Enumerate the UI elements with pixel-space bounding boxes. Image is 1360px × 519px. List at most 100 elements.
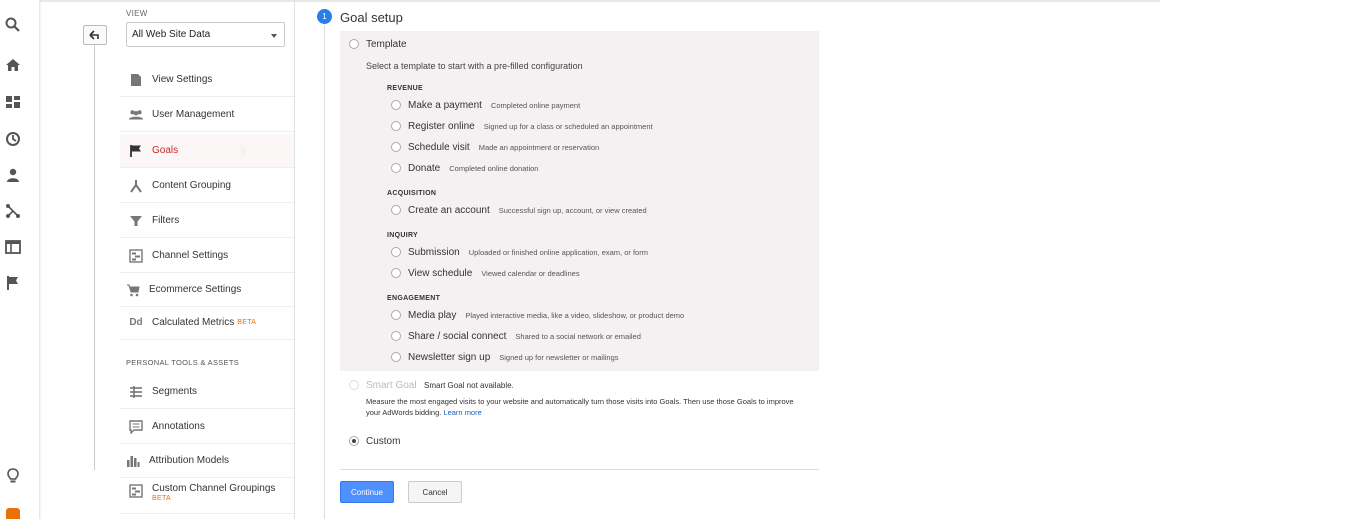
template-label: Template bbox=[366, 39, 407, 50]
chevron-down-icon bbox=[271, 34, 277, 38]
conversions-icon[interactable] bbox=[4, 274, 22, 292]
option-radio[interactable] bbox=[391, 142, 401, 152]
back-arrow-icon bbox=[89, 30, 99, 40]
option-view-schedule[interactable]: View schedule Viewed calendar or deadlin… bbox=[391, 266, 580, 280]
nav-item-view-settings[interactable]: View Settings bbox=[120, 63, 294, 97]
option-radio[interactable] bbox=[391, 331, 401, 341]
option-desc: Played interactive media, like a video, … bbox=[465, 310, 685, 320]
learn-more-link[interactable]: Learn more bbox=[443, 408, 481, 417]
realtime-icon[interactable] bbox=[4, 130, 22, 148]
nav-item-channel-settings[interactable]: Channel Settings bbox=[120, 239, 294, 273]
option-desc: Shared to a social network or emailed bbox=[515, 331, 641, 341]
option-make-a-payment[interactable]: Make a payment Completed online payment bbox=[391, 98, 580, 112]
nav-item-label: Segments bbox=[152, 386, 198, 397]
option-desc: Completed online donation bbox=[449, 163, 539, 173]
category-revenue: REVENUE bbox=[387, 85, 423, 92]
admin-view-column: VIEW All Web Site Data View Settings Use… bbox=[52, 0, 295, 519]
option-radio[interactable] bbox=[391, 268, 401, 278]
view-select[interactable]: All Web Site Data bbox=[126, 22, 285, 47]
nav-item-content-grouping[interactable]: Content Grouping bbox=[120, 169, 294, 203]
option-schedule-visit[interactable]: Schedule visit Made an appointment or re… bbox=[391, 140, 599, 154]
channel-icon bbox=[128, 483, 144, 499]
nav-item-label: User Management bbox=[152, 109, 235, 120]
channel-icon bbox=[128, 248, 144, 264]
nav-item-goals[interactable]: Goals bbox=[120, 134, 294, 168]
option-radio[interactable] bbox=[391, 205, 401, 215]
option-radio[interactable] bbox=[391, 352, 401, 362]
divider bbox=[340, 469, 819, 470]
back-button[interactable] bbox=[83, 25, 107, 45]
audience-icon[interactable] bbox=[4, 166, 22, 184]
nav-item-calculated-metrics[interactable]: Dd Calculated Metrics BETA bbox=[120, 306, 294, 340]
nav-item-user-management[interactable]: User Management bbox=[120, 98, 294, 132]
option-name: Share / social connect bbox=[408, 330, 507, 342]
option-share-social-connect[interactable]: Share / social connect Shared to a socia… bbox=[391, 329, 641, 343]
view-select-value: All Web Site Data bbox=[132, 29, 211, 40]
smart-goal-text: Measure the most engaged visits to your … bbox=[366, 397, 794, 417]
option-name: Schedule visit bbox=[408, 141, 470, 153]
search-icon[interactable] bbox=[4, 16, 22, 34]
acquisition-icon[interactable] bbox=[4, 202, 22, 220]
cart-icon bbox=[125, 282, 141, 298]
continue-button[interactable]: Continue bbox=[340, 481, 394, 503]
nav-item-label: Custom Channel Groupings bbox=[152, 483, 276, 494]
option-newsletter-sign-up[interactable]: Newsletter sign up Signed up for newslet… bbox=[391, 350, 619, 364]
nav-item-ecommerce-settings[interactable]: Ecommerce Settings bbox=[120, 273, 294, 307]
option-name: Media play bbox=[408, 309, 457, 321]
option-desc: Signed up for a class or scheduled an ap… bbox=[483, 121, 653, 131]
option-desc: Successful sign up, account, or view cre… bbox=[498, 205, 647, 215]
nav-item-label: Calculated Metrics bbox=[152, 317, 235, 328]
option-name: Create an account bbox=[408, 204, 490, 216]
beta-badge: BETA bbox=[237, 319, 257, 326]
category-engagement: ENGAGEMENT bbox=[387, 295, 441, 302]
nav-item-label: Filters bbox=[152, 215, 180, 226]
step-line bbox=[324, 25, 325, 519]
nav-item-label: Annotations bbox=[152, 421, 205, 432]
step-number: 1 bbox=[317, 9, 332, 24]
nav-item-label: Content Grouping bbox=[152, 180, 231, 191]
option-desc: Made an appointment or reservation bbox=[478, 142, 600, 152]
home-icon[interactable] bbox=[4, 56, 22, 74]
option-name: Register online bbox=[408, 120, 475, 132]
nav-item-label: Goals bbox=[152, 145, 179, 156]
behavior-icon[interactable] bbox=[4, 238, 22, 256]
lightbulb-icon[interactable] bbox=[4, 467, 22, 485]
users-icon bbox=[128, 107, 144, 123]
smart-goal-status: Smart Goal not available. bbox=[424, 381, 514, 390]
option-name: Make a payment bbox=[408, 99, 482, 111]
nav-item-filters[interactable]: Filters bbox=[120, 204, 294, 238]
option-radio[interactable] bbox=[391, 163, 401, 173]
smart-goal-description: Measure the most engaged visits to your … bbox=[366, 396, 806, 418]
option-desc: Signed up for newsletter or mailings bbox=[499, 352, 619, 362]
option-name: Newsletter sign up bbox=[408, 351, 491, 363]
view-label: VIEW bbox=[126, 9, 148, 18]
cancel-button[interactable]: Cancel bbox=[408, 481, 462, 503]
option-create-an-account[interactable]: Create an account Successful sign up, ac… bbox=[391, 203, 647, 217]
template-radio[interactable] bbox=[349, 39, 359, 49]
custom-label: Custom bbox=[366, 436, 401, 447]
option-submission[interactable]: Submission Uploaded or finished online a… bbox=[391, 245, 648, 259]
nav-item-label: Attribution Models bbox=[149, 455, 230, 466]
nav-item-custom-channel-groupings[interactable]: Custom Channel Groupings BETA bbox=[120, 478, 294, 514]
nav-item-label: View Settings bbox=[152, 74, 213, 85]
dd-icon: Dd bbox=[129, 317, 143, 328]
option-desc: Viewed calendar or deadlines bbox=[481, 268, 580, 278]
option-register-online[interactable]: Register online Signed up for a class or… bbox=[391, 119, 653, 133]
nav-item-annotations[interactable]: Annotations bbox=[120, 410, 294, 444]
active-indicator bbox=[241, 144, 247, 158]
option-media-play[interactable]: Media play Played interactive media, lik… bbox=[391, 308, 684, 322]
option-donate[interactable]: Donate Completed online donation bbox=[391, 161, 538, 175]
option-radio[interactable] bbox=[391, 100, 401, 110]
customization-icon[interactable] bbox=[4, 93, 22, 111]
nav-item-segments[interactable]: Segments bbox=[120, 375, 294, 409]
briefcase-icon[interactable] bbox=[6, 508, 20, 519]
option-desc: Uploaded or finished online application,… bbox=[468, 247, 648, 257]
option-radio[interactable] bbox=[391, 121, 401, 131]
smart-goal-radio bbox=[349, 380, 359, 390]
filter-icon bbox=[128, 213, 144, 229]
option-radio[interactable] bbox=[391, 247, 401, 257]
custom-radio[interactable] bbox=[349, 436, 359, 446]
option-name: View schedule bbox=[408, 267, 473, 279]
option-radio[interactable] bbox=[391, 310, 401, 320]
nav-item-attribution-models[interactable]: Attribution Models bbox=[120, 444, 294, 478]
